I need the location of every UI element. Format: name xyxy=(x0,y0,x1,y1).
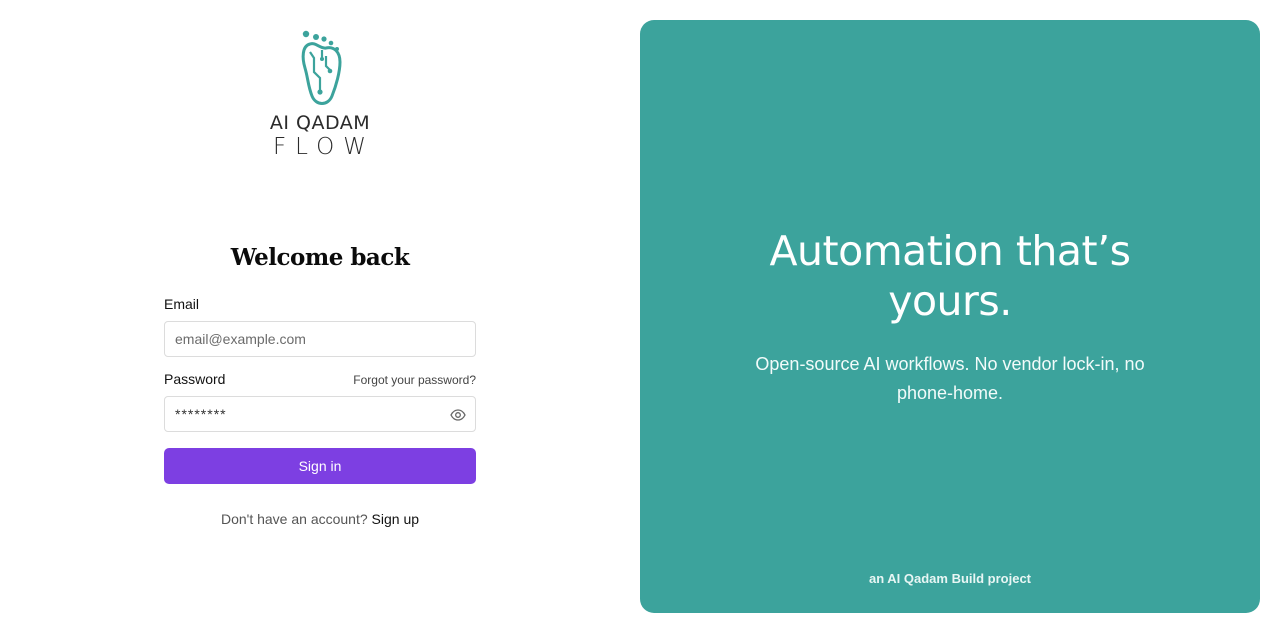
email-label-row: Email xyxy=(164,296,476,316)
promo-panel: Automation that’s yours. Open-source AI … xyxy=(640,20,1260,613)
sign-up-link[interactable]: Sign up xyxy=(372,511,419,527)
password-field[interactable]: ******** xyxy=(164,396,476,432)
password-value: ******** xyxy=(175,406,227,422)
signup-prompt: Don't have an account? Sign up xyxy=(164,511,476,527)
email-field[interactable]: email@example.com xyxy=(164,321,476,357)
login-column: AI QADAM FLOW Welcome back Email email@e… xyxy=(0,0,640,633)
brand-logo: AI QADAM FLOW xyxy=(260,28,380,160)
sign-in-button[interactable]: Sign in xyxy=(164,448,476,484)
email-placeholder: email@example.com xyxy=(175,331,306,347)
promo-subline: Open-source AI workflows. No vendor lock… xyxy=(755,354,1145,403)
foot-circuit-icon xyxy=(301,30,342,105)
forgot-password-link[interactable]: Forgot your password? xyxy=(353,373,476,387)
brand-subname: FLOW xyxy=(272,134,376,160)
promo-footer-note: an AI Qadam Build project xyxy=(868,571,1032,586)
eye-icon[interactable] xyxy=(450,407,466,423)
password-label: Password xyxy=(164,371,226,387)
headline-line-1: Automation that’s xyxy=(769,227,1131,275)
brand-name: AI QADAM xyxy=(269,112,371,134)
login-page: AI QADAM FLOW Welcome back Email email@e… xyxy=(0,0,1280,633)
headline-line-2: yours. xyxy=(888,277,1012,325)
password-label-row: Password Forgot your password? xyxy=(164,371,476,391)
login-form: Welcome back Email email@example.com Pas… xyxy=(164,240,476,527)
email-label: Email xyxy=(164,296,200,312)
promo-headline: Automation that’s yours. xyxy=(640,226,1260,326)
no-account-text: Don't have an account? xyxy=(220,511,372,527)
page-title: Welcome back xyxy=(230,244,410,271)
